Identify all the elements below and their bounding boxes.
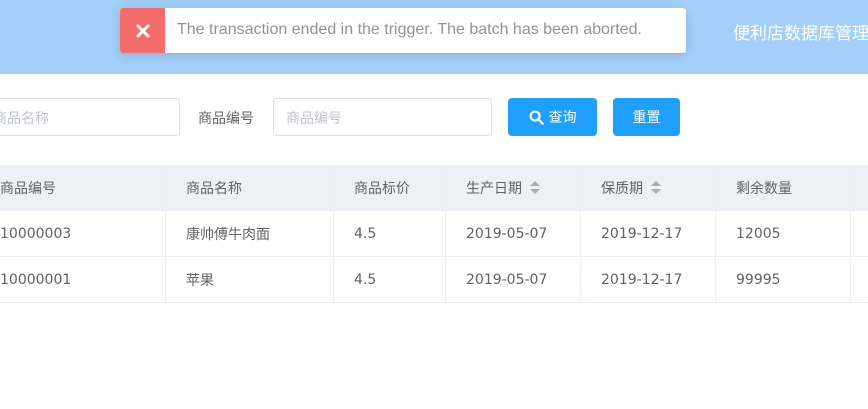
column-header-expiry-date-label: 保质期 — [601, 180, 643, 197]
cell-name: 康帅傅牛肉面 — [166, 211, 334, 256]
table-row[interactable]: 10000003 康帅傅牛肉面 4.5 2019-05-07 2019-12-1… — [0, 211, 868, 257]
toast-message: The transaction ended in the trigger. Th… — [177, 21, 642, 38]
sort-icon[interactable] — [651, 180, 661, 195]
reset-button[interactable]: 重置 — [613, 98, 680, 136]
error-toast: The transaction ended in the trigger. Th… — [120, 8, 686, 53]
cell-name: 苹果 — [166, 257, 334, 302]
cell-extra — [851, 257, 868, 302]
cell-production-date: 2019-05-07 — [446, 211, 581, 256]
product-code-placeholder: 商品编号 — [286, 111, 342, 127]
cell-expiry-date: 2019-12-17 — [581, 257, 716, 302]
cell-production-date: 2019-05-07 — [446, 257, 581, 302]
query-button[interactable]: 查询 — [508, 98, 597, 136]
close-icon — [120, 8, 165, 53]
cell-remaining-qty: 12005 — [716, 211, 851, 256]
product-name-placeholder: 商品名称 — [0, 111, 49, 127]
column-header-extra — [851, 165, 868, 210]
cell-price: 4.5 — [334, 257, 446, 302]
table-header-row: 商品编号 商品名称 商品标价 生产日期 保质期 剩余数量 — [0, 165, 868, 211]
column-header-production-date-label: 生产日期 — [466, 180, 522, 197]
query-button-label: 查询 — [548, 110, 577, 126]
column-header-code[interactable]: 商品编号 — [0, 165, 166, 210]
table-row[interactable]: 10000001 苹果 4.5 2019-05-07 2019-12-17 99… — [0, 257, 868, 303]
cell-expiry-date: 2019-12-17 — [581, 211, 716, 256]
column-header-name[interactable]: 商品名称 — [166, 165, 334, 210]
product-name-input[interactable]: 商品名称 — [0, 98, 180, 136]
reset-button-label: 重置 — [632, 110, 661, 126]
column-header-expiry-date[interactable]: 保质期 — [581, 165, 716, 210]
column-header-production-date[interactable]: 生产日期 — [446, 165, 581, 210]
cell-price: 4.5 — [334, 211, 446, 256]
product-code-label: 商品编号 — [198, 111, 254, 127]
column-header-price[interactable]: 商品标价 — [334, 165, 446, 210]
cell-remaining-qty: 99995 — [716, 257, 851, 302]
cell-code: 10000003 — [0, 211, 166, 256]
app-title: 便利店数据库管理 — [733, 24, 868, 44]
cell-code: 10000001 — [0, 257, 166, 302]
sort-icon[interactable] — [530, 180, 540, 195]
column-header-remaining-qty[interactable]: 剩余数量 — [716, 165, 851, 210]
cell-extra — [851, 211, 868, 256]
product-code-input[interactable]: 商品编号 — [273, 98, 492, 136]
search-icon — [529, 110, 544, 125]
